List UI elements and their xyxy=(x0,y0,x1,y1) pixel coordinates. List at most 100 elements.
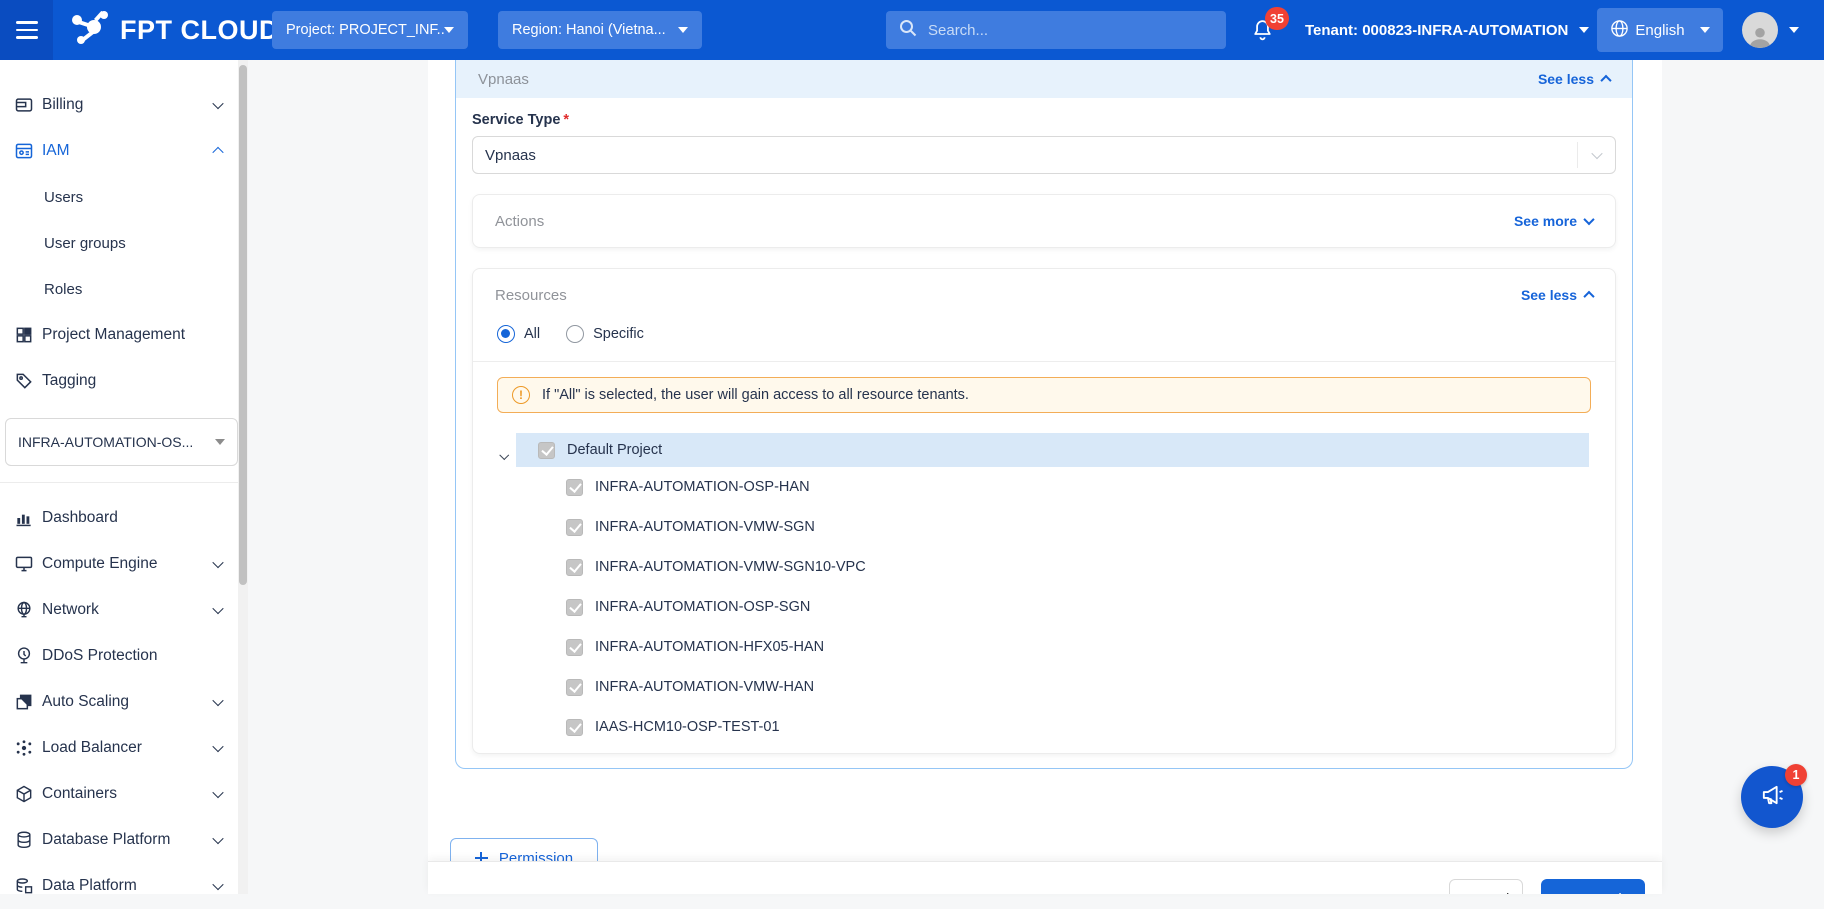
sidebar-item-auto-scaling[interactable]: Auto Scaling xyxy=(0,679,248,725)
chevron-down-icon xyxy=(1591,148,1602,159)
service-type-label: Service Type* xyxy=(472,112,1616,128)
sidebar-item-iam[interactable]: IAM xyxy=(0,128,248,174)
sidebar-item-network[interactable]: Network xyxy=(0,587,248,633)
sidebar-item-containers[interactable]: Containers xyxy=(0,771,248,817)
panel-title: Vpnaas xyxy=(478,71,529,88)
service-type-field: Service Type* Vpnaas xyxy=(456,98,1632,174)
radio-button-unselected[interactable] xyxy=(566,325,584,343)
search-input[interactable] xyxy=(928,22,1214,39)
bell-icon xyxy=(1250,30,1275,47)
sidebar-scrollbar-thumb[interactable] xyxy=(239,65,247,585)
radio-all[interactable]: All xyxy=(497,325,540,343)
molecule-logo-icon xyxy=(70,10,110,51)
resource-row: INFRA-AUTOMATION-VMW-HAN xyxy=(499,667,1589,707)
announcements-floating-button[interactable]: 1 xyxy=(1741,766,1803,828)
checkbox-checked-disabled xyxy=(566,679,583,696)
create-role-button[interactable]: Create role xyxy=(1541,879,1645,894)
checkbox-checked-disabled xyxy=(566,639,583,656)
sidebar-item-user-groups[interactable]: User groups xyxy=(0,220,248,266)
sidebar-item-billing[interactable]: Billing xyxy=(0,82,248,128)
checkbox-checked-disabled xyxy=(566,719,583,736)
exclamation-circle-icon xyxy=(512,386,530,404)
toggle-label: See less xyxy=(1521,287,1577,303)
resources-card: Resources See less All Sp xyxy=(472,268,1616,754)
logo-text: FPT CLOUD xyxy=(120,15,279,46)
radio-all-label: All xyxy=(524,326,540,342)
iam-icon xyxy=(14,141,34,161)
service-type-select[interactable]: Vpnaas xyxy=(472,136,1616,174)
global-search[interactable] xyxy=(886,11,1226,49)
page-background: Vpnaas See less Service Type* Vpnaas xyxy=(248,60,1824,894)
toggle-label: See less xyxy=(1538,71,1594,87)
sidebar-item-load-balancer[interactable]: Load Balancer xyxy=(0,725,248,771)
tree-collapse-caret[interactable] xyxy=(501,446,508,464)
sidebar-item-ddos-protection[interactable]: DDoS Protection xyxy=(0,633,248,679)
radio-specific[interactable]: Specific xyxy=(566,325,644,343)
sidebar-item-roles[interactable]: Roles xyxy=(0,266,248,312)
resource-row: INFRA-AUTOMATION-HFX05-HAN xyxy=(499,627,1589,667)
sidebar-item-label: Project Management xyxy=(42,326,185,344)
actions-see-more-toggle[interactable]: See more xyxy=(1514,213,1593,229)
resource-scope-radio-group: All Specific xyxy=(473,321,1615,362)
resources-see-less-toggle[interactable]: See less xyxy=(1521,287,1593,303)
dashboard-icon xyxy=(14,508,34,528)
sidebar-item-data-platform[interactable]: Data Platform xyxy=(0,863,248,909)
vpnaas-see-less-toggle[interactable]: See less xyxy=(1538,71,1610,87)
chevron-down-icon xyxy=(212,741,223,752)
fpt-cloud-logo[interactable]: FPT CLOUD xyxy=(70,0,279,60)
avatar xyxy=(1742,12,1778,48)
announcement-count-badge: 1 xyxy=(1785,764,1807,786)
tenant-selector-dropdown[interactable]: Tenant: 000823-INFRA-AUTOMATION xyxy=(1305,0,1589,60)
sidebar-item-label: IAM xyxy=(42,142,70,160)
resource-tree: Default Project INFRA-AUTOMATION-OSP-HAN… xyxy=(499,433,1589,753)
sidebar-item-label: DDoS Protection xyxy=(42,647,157,665)
language-label: English xyxy=(1635,22,1684,39)
radio-button-selected[interactable] xyxy=(497,325,515,343)
user-account-menu[interactable] xyxy=(1742,0,1799,60)
chevron-down-icon xyxy=(212,603,223,614)
service-type-value: Vpnaas xyxy=(485,147,536,164)
sidebar-scrollbar[interactable] xyxy=(238,60,248,894)
database-icon xyxy=(14,830,34,850)
tag-icon xyxy=(14,371,34,391)
ddos-shield-icon xyxy=(14,646,34,666)
sidebar-item-label: Database Platform xyxy=(42,831,170,849)
resource-label: INFRA-AUTOMATION-VMW-SGN xyxy=(595,519,815,535)
region-selector-dropdown[interactable]: Region: Hanoi (Vietna... xyxy=(498,11,702,49)
vpnaas-service-panel: Vpnaas See less Service Type* Vpnaas xyxy=(455,60,1633,769)
resource-label: IAAS-HCM10-OSP-TEST-01 xyxy=(595,719,780,735)
sidebar-item-users[interactable]: Users xyxy=(0,174,248,220)
sidebar-item-dashboard[interactable]: Dashboard xyxy=(0,495,248,541)
resource-row: INFRA-AUTOMATION-OSP-SGN xyxy=(499,587,1589,627)
default-project-group-row[interactable]: Default Project xyxy=(516,433,1589,467)
chevron-down-icon xyxy=(212,695,223,706)
chevron-down-icon xyxy=(1789,27,1799,33)
monitor-icon xyxy=(14,554,34,574)
hamburger-menu-icon[interactable] xyxy=(0,0,53,60)
checkbox-checked-disabled xyxy=(566,519,583,536)
infrastructure-select[interactable]: INFRA-AUTOMATION-OS... xyxy=(5,418,238,466)
create-role-form-container: Vpnaas See less Service Type* Vpnaas xyxy=(428,60,1662,894)
resources-title: Resources xyxy=(495,287,567,304)
sidebar-item-label: User groups xyxy=(44,235,126,252)
sidebar-item-compute-engine[interactable]: Compute Engine xyxy=(0,541,248,587)
resource-row: INFRA-AUTOMATION-OSP-HAN xyxy=(499,467,1589,507)
sidebar-item-project-management[interactable]: Project Management xyxy=(0,312,248,358)
sidebar-item-label: Dashboard xyxy=(42,509,118,527)
toggle-label: See more xyxy=(1514,213,1577,229)
chevron-down-icon xyxy=(212,879,223,890)
project-selector-dropdown[interactable]: Project: PROJECT_INF... xyxy=(272,11,468,49)
sidebar-item-database-platform[interactable]: Database Platform xyxy=(0,817,248,863)
chevron-up-icon xyxy=(1583,291,1594,302)
chevron-down-icon xyxy=(678,27,688,33)
cancel-button[interactable]: Cancel xyxy=(1449,879,1523,894)
checkbox-checked-disabled xyxy=(538,442,555,459)
project-management-icon xyxy=(14,325,34,345)
container-box-icon xyxy=(14,784,34,804)
sidebar-item-tagging[interactable]: Tagging xyxy=(0,358,248,404)
language-selector-dropdown[interactable]: English xyxy=(1597,8,1723,52)
checkbox-checked-disabled xyxy=(566,559,583,576)
radio-specific-label: Specific xyxy=(593,326,644,342)
notifications-bell[interactable]: 35 xyxy=(1250,18,1275,48)
project-selector-label: Project: PROJECT_INF... xyxy=(286,22,444,38)
